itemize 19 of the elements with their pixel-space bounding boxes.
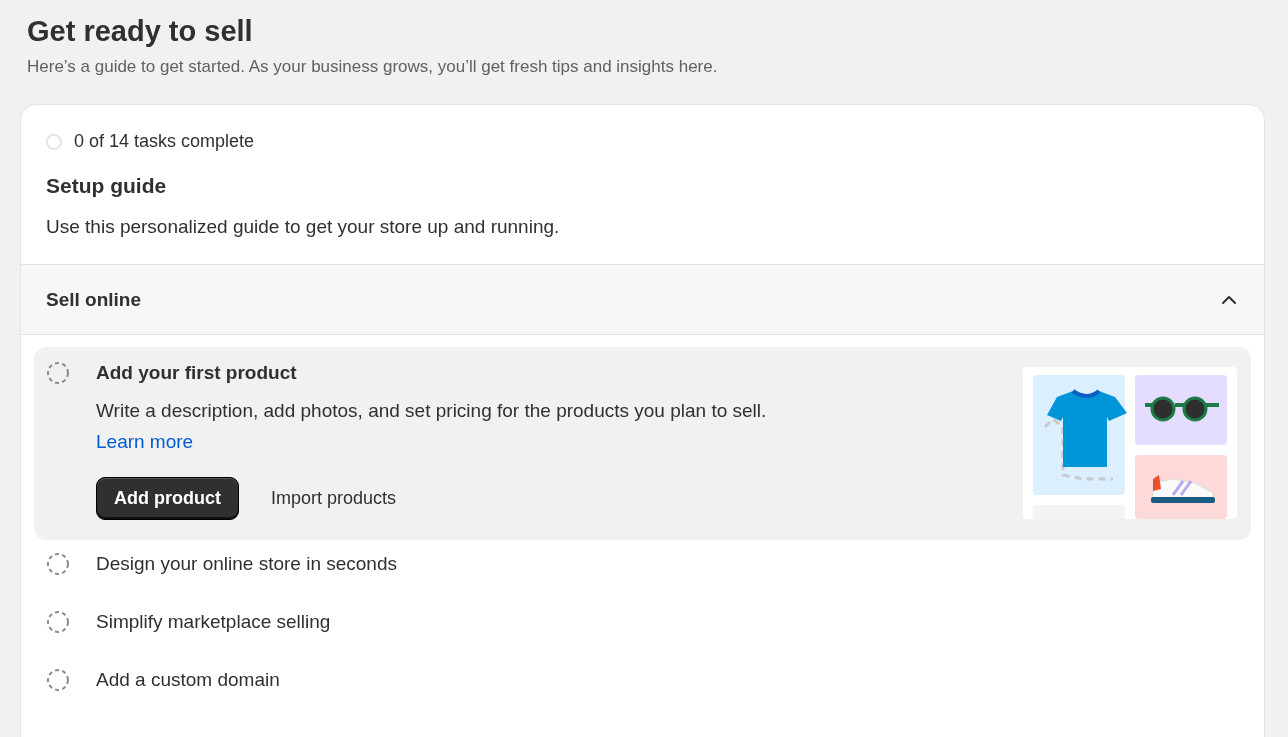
task-description: Write a description, add photos, and set pricing for the products you plan to sell. Learn more: [96, 399, 768, 454]
dashed-circle-icon: [46, 668, 70, 692]
section-header[interactable]: Sell online: [21, 264, 1264, 335]
guide-description: Use this personalized guide to get your store up and running.: [46, 216, 561, 238]
dashed-circle-icon: [46, 552, 70, 576]
progress-ring-icon: [46, 133, 62, 150]
task-title[interactable]: Design your online store in seconds: [96, 552, 397, 576]
import-products-button[interactable]: Import products: [249, 478, 419, 519]
page-title: Get ready to sell: [27, 14, 254, 49]
add-product-button[interactable]: Add product: [96, 477, 239, 520]
dashed-circle-icon: [46, 361, 70, 385]
task-title[interactable]: Add a custom domain: [96, 668, 280, 692]
page-subtitle: Here’s a guide to get started. As your business grows, you’ll get fresh tips and insights here.: [27, 56, 718, 78]
progress-text: 0 of 14 tasks complete: [74, 131, 255, 152]
task-title[interactable]: Add your first product: [96, 361, 297, 385]
learn-more-link[interactable]: Learn more: [96, 431, 194, 452]
task-title[interactable]: Simplify marketplace selling: [96, 610, 331, 634]
guide-title: Setup guide: [46, 174, 167, 198]
dashed-circle-icon: [46, 610, 70, 634]
